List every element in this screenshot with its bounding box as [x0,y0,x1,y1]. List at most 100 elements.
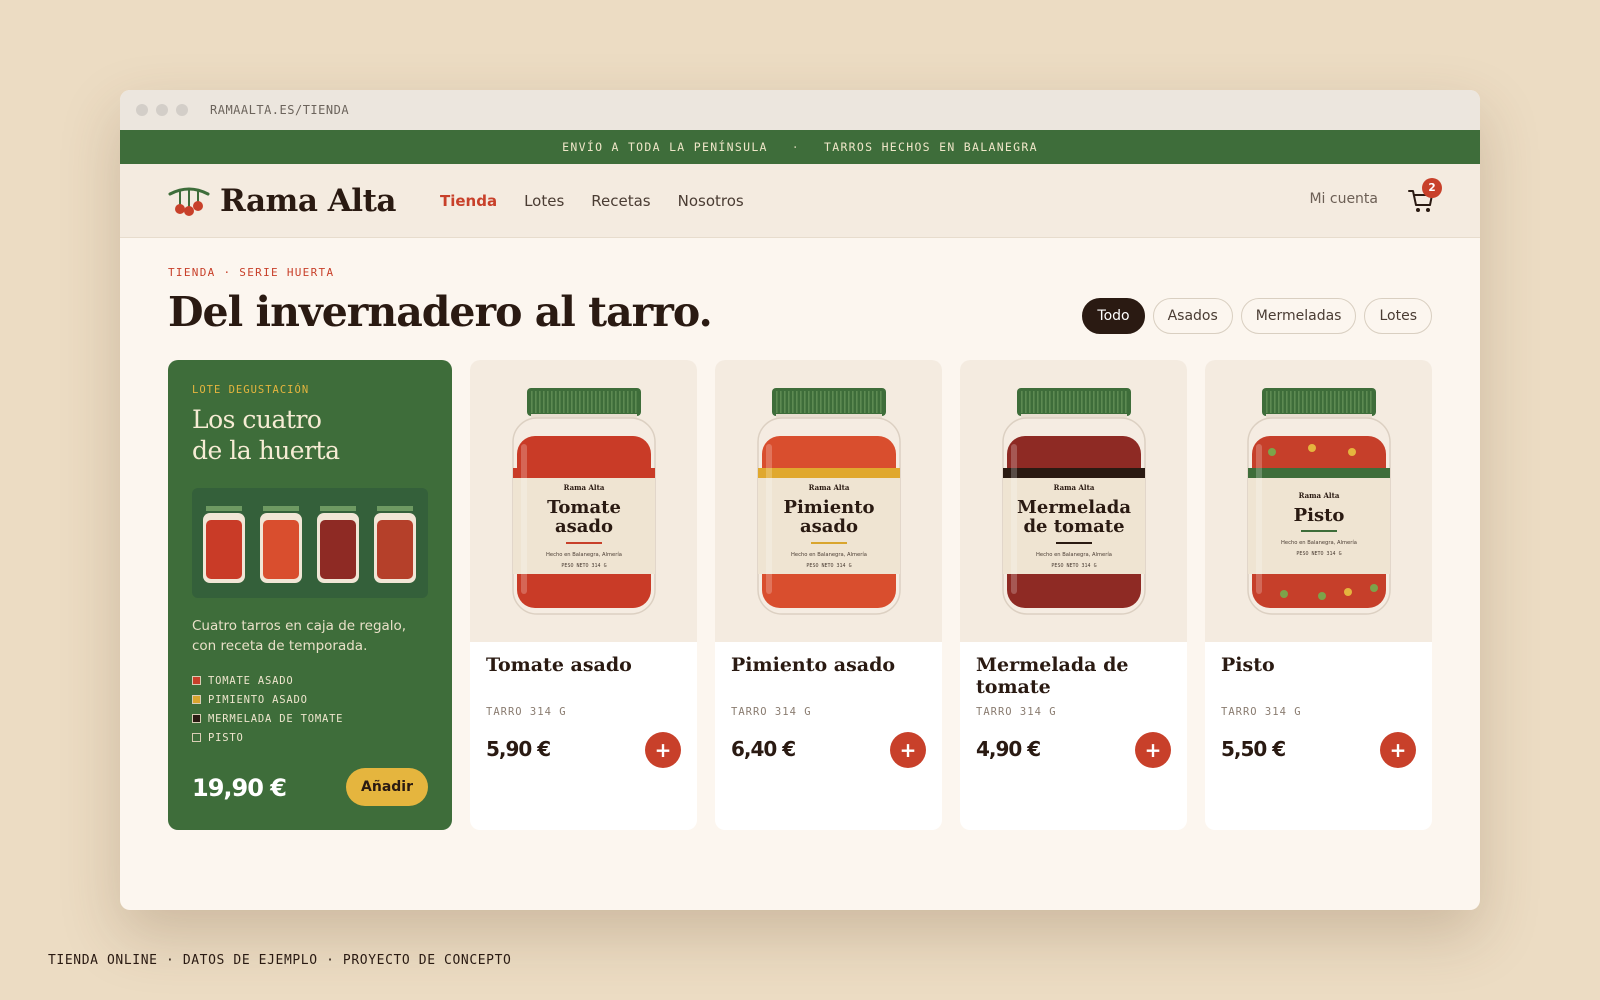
filter-chip-mermeladas[interactable]: Mermeladas [1240,298,1357,334]
svg-text:de tomate: de tomate [1023,516,1124,537]
shop-content: TIENDA · SERIE HUERTA Del invernadero al… [120,238,1480,830]
address-bar[interactable]: RAMAALTA.ES/TIENDA [210,103,349,117]
filter-chip-todo[interactable]: Todo [1082,298,1145,334]
nav-item-tienda[interactable]: Tienda [440,192,497,210]
brand-logo[interactable]: Rama Alta [168,183,396,219]
svg-text:Hecho en Balanegra, Almería: Hecho en Balanegra, Almería [1036,551,1112,558]
site-header: Rama Alta Tienda Lotes Recetas Nosotros … [120,164,1480,238]
jar-illustration: Rama Alta Mermeladade tomate Hecho en Bala… [1001,388,1146,615]
add-to-cart-button[interactable]: + [1135,732,1171,768]
svg-text:Mermelada: Mermelada [1016,497,1130,518]
bundle-title-line-2: de la huerta [192,436,340,465]
brand-name: Rama Alta [220,182,396,219]
jar-pimiento-asado-icon: Rama Alta Pimiento asado Hecho en Balanegra… [754,388,904,642]
product-name[interactable]: Tomate asado [486,654,686,676]
category-filters: Todo Asados Mermeladas Lotes [1074,298,1432,334]
product-card[interactable]: Rama Alta Pisto Hecho en Balanegra, Almerí… [1205,360,1432,830]
nav-item-recetas[interactable]: Recetas [591,192,650,210]
svg-text:Hecho en Balanegra, Almería: Hecho en Balanegra, Almería [546,551,622,558]
jar-illustration: Rama Alta Tomateasado Hecho en Balanegra, … [511,388,656,615]
main-nav: Tienda Lotes Recetas Nosotros [440,192,771,210]
product-image: Rama Alta Tomate asado Hecho en Balanegra, … [470,360,697,642]
svg-text:PESO NETO 314 G: PESO NETO 314 G [561,563,606,569]
product-size: TARRO 314 G [731,706,812,718]
bundle-item: TOMATE ASADO [192,671,428,690]
announcement-origin: TARROS HECHOS EN BALANEGRA [824,140,1038,154]
add-to-cart-button[interactable]: + [890,732,926,768]
bundle-item-label: TOMATE ASADO [208,674,294,687]
browser-window: RAMAALTA.ES/TIENDA ENVÍO A TODA LA PENÍN… [120,90,1480,910]
bundle-item: PIMIENTO ASADO [192,690,428,709]
color-swatch [192,733,201,742]
bundle-title: Los cuatro de la huerta [192,404,428,466]
featured-bundle-card[interactable]: LOTE DEGUSTACIÓN Los cuatro de la huerta [168,360,452,830]
svg-text:Hecho en Balanegra, Almería: Hecho en Balanegra, Almería [791,551,867,558]
svg-text:Rama Alta: Rama Alta [1053,483,1094,492]
product-image: Rama Alta Pimiento asado Hecho en Balanegra… [715,360,942,642]
filter-chip-asados[interactable]: Asados [1152,298,1233,334]
jar-tomate-asado-icon: Rama Alta Tomate asado Hecho en Balanegra, … [509,388,659,642]
product-image: Rama Alta Mermelada de tomate Hecho en Bala… [960,360,1187,642]
tomato-branch-icon [168,187,210,216]
window-close-dot[interactable] [136,104,148,116]
product-price: 6,40 € [731,737,796,761]
product-price: 4,90 € [976,737,1041,761]
filter-chip-lotes[interactable]: Lotes [1364,298,1432,334]
window-maximize-dot[interactable] [176,104,188,116]
jar-mermelada-tomate-icon: Rama Alta Mermelada de tomate Hecho en Bala… [999,388,1149,642]
bundle-description: Cuatro tarros en caja de regalo, con rec… [192,618,407,654]
svg-text:Rama Alta: Rama Alta [1298,491,1339,500]
product-price: 5,90 € [486,737,551,761]
svg-text:PESO NETO 314 G: PESO NETO 314 G [1051,563,1096,569]
svg-text:asado: asado [554,516,612,537]
bundle-item-label: PIMIENTO ASADO [208,693,308,706]
color-swatch [192,676,201,685]
browser-chrome: RAMAALTA.ES/TIENDA [120,90,1480,130]
bundle-item-label: MERMELADA DE TOMATE [208,712,344,725]
svg-text:Rama Alta: Rama Alta [808,483,849,492]
product-name[interactable]: Pisto [1221,654,1421,676]
product-size: TARRO 314 G [486,706,567,718]
bundle-jars-image [192,488,428,598]
bundle-item: MERMELADA DE TOMATE [192,709,428,728]
product-card[interactable]: Rama Alta Tomate asado Hecho en Balanegra, … [470,360,697,830]
cart-count-badge: 2 [1422,178,1442,198]
product-size: TARRO 314 G [1221,706,1302,718]
product-name[interactable]: Mermelada de tomate [976,654,1176,698]
bundle-item-label: PISTO [208,731,244,744]
announcement-separator: · [791,140,800,154]
add-to-cart-button[interactable]: + [645,732,681,768]
footnote: TIENDA ONLINE · DATOS DE EJEMPLO · PROYE… [48,953,512,968]
svg-text:Pisto: Pisto [1293,505,1344,526]
jar-pisto-icon: Rama Alta Pisto Hecho en Balanegra, Almerí… [1244,388,1394,642]
product-image: Rama Alta Pisto Hecho en Balanegra, Almerí… [1205,360,1432,642]
product-price: 5,50 € [1221,737,1286,761]
nav-item-nosotros[interactable]: Nosotros [678,192,744,210]
product-size: TARRO 314 G [976,706,1057,718]
announcement-bar: ENVÍO A TODA LA PENÍNSULA · TARROS HECHO… [120,130,1480,164]
add-to-cart-button[interactable]: + [1380,732,1416,768]
cart-button[interactable]: 2 [1406,178,1442,216]
svg-text:PESO NETO 314 G: PESO NETO 314 G [806,563,851,569]
bundle-contents-list: TOMATE ASADO PIMIENTO ASADO MERMELADA DE… [192,671,428,747]
product-card[interactable]: Rama Alta Mermelada de tomate Hecho en Bala… [960,360,1187,830]
window-minimize-dot[interactable] [156,104,168,116]
four-jars-icon [203,506,416,583]
breadcrumb: TIENDA · SERIE HUERTA [168,266,335,279]
account-link[interactable]: Mi cuenta [1309,191,1378,207]
product-grid: LOTE DEGUSTACIÓN Los cuatro de la huerta [168,360,1432,830]
nav-item-lotes[interactable]: Lotes [524,192,564,210]
product-name[interactable]: Pimiento asado [731,654,931,676]
jar-illustration: Rama Alta Pimientoasado Hecho en Balanegra… [756,388,901,615]
bundle-price: 19,90 € [192,774,287,802]
add-bundle-button[interactable]: Añadir [346,768,428,806]
svg-text:Hecho en Balanegra, Almería: Hecho en Balanegra, Almería [1281,539,1357,546]
jar-illustration: Rama Alta Pisto Hecho en Balanegra, Almerí… [1246,388,1391,615]
color-swatch [192,695,201,704]
product-card[interactable]: Rama Alta Pimiento asado Hecho en Balanegra… [715,360,942,830]
svg-text:Pimiento: Pimiento [783,497,874,518]
svg-text:asado: asado [799,516,857,537]
svg-text:Rama Alta: Rama Alta [563,483,604,492]
color-swatch [192,714,201,723]
bundle-kicker: LOTE DEGUSTACIÓN [192,384,310,396]
